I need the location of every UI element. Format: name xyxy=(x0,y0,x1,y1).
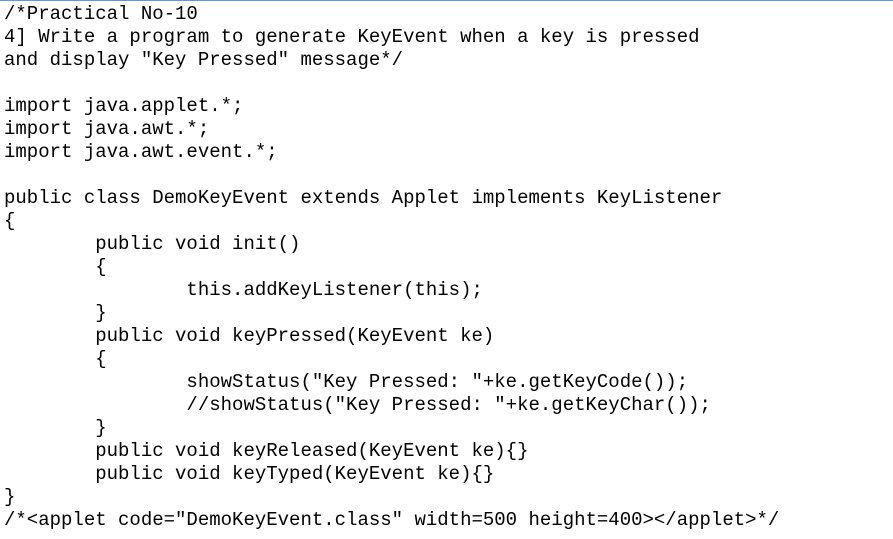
code-line: public class DemoKeyEvent extends Applet… xyxy=(4,187,723,209)
code-line: public void init() xyxy=(4,233,301,255)
code-line: } xyxy=(4,486,16,508)
code-line: public void keyPressed(KeyEvent ke) xyxy=(4,325,495,347)
code-line: and display "Key Pressed" message*/ xyxy=(4,49,404,71)
code-line: showStatus("Key Pressed: "+ke.getKeyCode… xyxy=(4,371,689,393)
code-line: { xyxy=(4,256,107,278)
code-line: import java.awt.event.*; xyxy=(4,141,278,163)
code-line: public void keyReleased(KeyEvent ke){} xyxy=(4,440,529,462)
code-line: } xyxy=(4,417,107,439)
code-line: 4] Write a program to generate KeyEvent … xyxy=(4,26,700,48)
code-line: /*<applet code="DemoKeyEvent.class" widt… xyxy=(4,509,780,531)
code-view: /*Practical No-10 4] Write a program to … xyxy=(4,3,890,537)
code-line: { xyxy=(4,348,107,370)
code-line: import java.applet.*; xyxy=(4,95,244,117)
code-line: { xyxy=(4,210,16,232)
code-line: } xyxy=(4,302,107,324)
code-line: /*Practical No-10 xyxy=(4,3,198,25)
top-border-line xyxy=(0,0,893,1)
code-line: this.addKeyListener(this); xyxy=(4,279,483,301)
code-line: public void keyTyped(KeyEvent ke){} xyxy=(4,463,495,485)
code-line: //showStatus("Key Pressed: "+ke.getKeyCh… xyxy=(4,394,711,416)
code-line: import java.awt.*; xyxy=(4,118,210,140)
